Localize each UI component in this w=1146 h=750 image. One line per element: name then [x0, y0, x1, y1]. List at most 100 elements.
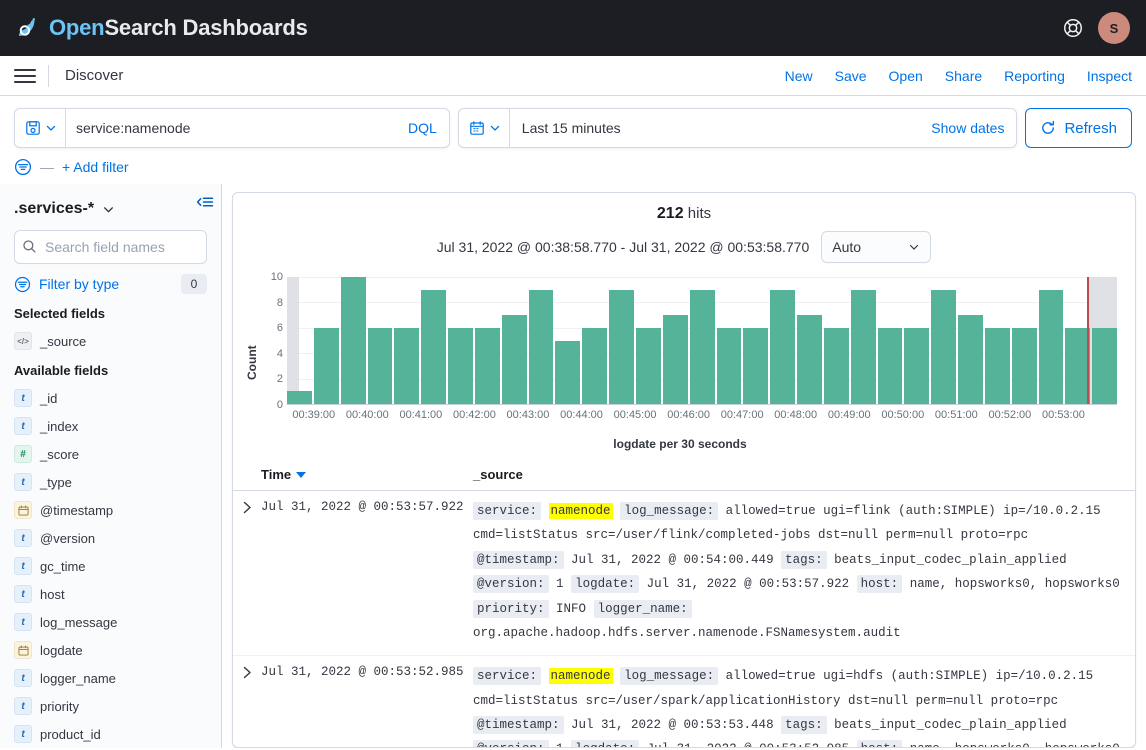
refresh-button[interactable]: Refresh — [1025, 108, 1132, 148]
histogram-bar[interactable] — [904, 328, 929, 404]
time-column-header[interactable]: Time — [261, 467, 473, 482]
histogram-bar[interactable] — [1012, 328, 1037, 404]
field-item-_index[interactable]: t _index — [14, 412, 207, 440]
histogram-bar[interactable] — [394, 328, 419, 404]
expand-row-chevron-icon[interactable] — [233, 664, 261, 747]
nav-save-button[interactable]: Save — [835, 68, 867, 84]
field-item-_score[interactable]: # _score — [14, 440, 207, 468]
user-avatar[interactable]: S — [1098, 12, 1130, 44]
field-item-logger_name[interactable]: t logger_name — [14, 664, 207, 692]
filter-by-type-button[interactable]: Filter by type 0 — [14, 274, 207, 294]
query-language-button[interactable]: DQL — [396, 120, 449, 136]
nav-open-button[interactable]: Open — [889, 68, 923, 84]
field-item-logdate[interactable]: logdate — [14, 636, 207, 664]
nav-new-button[interactable]: New — [785, 68, 813, 84]
add-filter-button[interactable]: + Add filter — [62, 159, 129, 175]
field-item-timestamp[interactable]: @timestamp — [14, 496, 207, 524]
refresh-icon — [1040, 120, 1056, 136]
field-item-gc_time[interactable]: t gc_time — [14, 552, 207, 580]
field-item-log_message[interactable]: t log_message — [14, 608, 207, 636]
filter-type-count-badge: 0 — [181, 274, 207, 294]
field-label: logdate — [40, 643, 83, 658]
field-type-number-icon: # — [14, 445, 32, 463]
source-field-value: 1 — [556, 577, 564, 591]
table-row[interactable]: Jul 31, 2022 @ 00:53:57.922service: name… — [233, 491, 1135, 656]
histogram-bar[interactable] — [690, 290, 715, 404]
histogram-bar[interactable] — [368, 328, 393, 404]
histogram-interval-select[interactable]: Auto — [821, 231, 931, 263]
field-item-host[interactable]: t host — [14, 580, 207, 608]
sort-descending-caret-icon[interactable] — [296, 472, 306, 478]
histogram-bar[interactable] — [1092, 328, 1117, 404]
histogram-bar[interactable] — [341, 277, 366, 404]
histogram-bar[interactable] — [743, 328, 768, 404]
histogram-bar[interactable] — [985, 328, 1010, 404]
histogram-bar[interactable] — [663, 315, 688, 404]
histogram-bar[interactable] — [529, 290, 554, 404]
histogram-bar[interactable] — [958, 315, 983, 404]
histogram-bar[interactable] — [851, 290, 876, 404]
nav-reporting-button[interactable]: Reporting — [1004, 68, 1065, 84]
histogram-bar[interactable] — [770, 290, 795, 404]
histogram-bar[interactable] — [448, 328, 473, 404]
source-field-value: beats_input_codec_plain_applied — [834, 553, 1067, 567]
date-range-value[interactable]: Last 15 minutes — [510, 120, 920, 136]
source-field-key: host: — [857, 575, 903, 593]
hamburger-menu-icon[interactable] — [14, 65, 36, 87]
field-item-version[interactable]: t @version — [14, 524, 207, 552]
field-label: @version — [40, 531, 95, 546]
histogram-bar[interactable] — [636, 328, 661, 404]
search-field-input[interactable] — [14, 230, 207, 264]
selected-fields-heading: Selected fields — [14, 306, 207, 321]
histogram-bar[interactable] — [717, 328, 742, 404]
index-pattern-selector[interactable]: .services-* — [14, 200, 207, 218]
main-body: .services-* Filter by type 0 Selected fi… — [0, 184, 1146, 748]
help-lifebuoy-icon[interactable] — [1062, 17, 1084, 39]
collapse-sidebar-icon[interactable] — [195, 192, 215, 215]
filter-icon[interactable] — [14, 158, 32, 176]
y-axis-title: Count — [243, 273, 261, 431]
histogram-chart: Count 0246810 00:39:0000:40:0000:41:0000… — [233, 267, 1135, 461]
x-tick-label: 00:53:00 — [1042, 409, 1085, 421]
saved-query-menu-button[interactable] — [15, 109, 66, 147]
field-label: _score — [40, 447, 79, 462]
histogram-bar[interactable] — [475, 328, 500, 404]
field-item-priority[interactable]: t priority — [14, 692, 207, 720]
filter-divider: — — [40, 159, 54, 175]
date-quick-select-button[interactable] — [459, 109, 510, 147]
row-source-cell: service: namenode log_message: allowed=t… — [473, 664, 1135, 747]
histogram-bar[interactable] — [878, 328, 903, 404]
index-pattern-name: .services-* — [14, 200, 94, 218]
time-range-row: Jul 31, 2022 @ 00:38:58.770 - Jul 31, 20… — [233, 225, 1135, 267]
histogram-bar[interactable] — [824, 328, 849, 404]
x-tick-label: 00:50:00 — [881, 409, 924, 421]
histogram-bar[interactable] — [314, 328, 339, 404]
plot-area[interactable]: 00:39:0000:40:0000:41:0000:42:0000:43:00… — [287, 273, 1117, 431]
bars-container[interactable] — [287, 277, 1117, 405]
histogram-bar[interactable] — [582, 328, 607, 404]
histogram-bar[interactable] — [609, 290, 634, 404]
field-item-_id[interactable]: t _id — [14, 384, 207, 412]
nav-share-button[interactable]: Share — [945, 68, 982, 84]
histogram-bar[interactable] — [931, 290, 956, 404]
x-tick-label: 00:45:00 — [614, 409, 657, 421]
search-input[interactable] — [66, 109, 396, 147]
brand-open: Open — [49, 15, 104, 40]
field-item-_source[interactable]: </> _source — [14, 327, 207, 355]
show-dates-button[interactable]: Show dates — [919, 120, 1016, 136]
opensearch-dashboards-logo[interactable]: OpenSearch Dashboards — [16, 15, 308, 41]
source-field-value: beats_input_codec_plain_applied — [834, 718, 1067, 732]
table-row[interactable]: Jul 31, 2022 @ 00:53:52.985service: name… — [233, 656, 1135, 747]
histogram-bar[interactable] — [421, 290, 446, 404]
field-item-_type[interactable]: t _type — [14, 468, 207, 496]
histogram-bar[interactable] — [502, 315, 527, 404]
time-column-label: Time — [261, 467, 291, 482]
nav-inspect-button[interactable]: Inspect — [1087, 68, 1132, 84]
histogram-bar[interactable] — [555, 341, 580, 405]
current-time-marker — [1087, 277, 1089, 404]
histogram-bar[interactable] — [287, 391, 312, 404]
expand-row-chevron-icon[interactable] — [233, 499, 261, 645]
field-item-product_id[interactable]: t product_id — [14, 720, 207, 748]
histogram-bar[interactable] — [1039, 290, 1064, 404]
histogram-bar[interactable] — [797, 315, 822, 404]
